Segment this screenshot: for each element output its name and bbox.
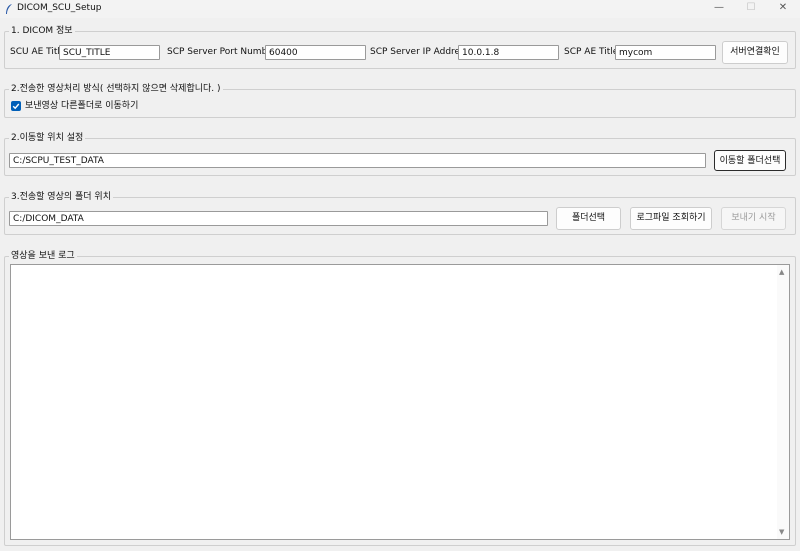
processing-method-legend: 2.전송한 영상처리 방식( 선택하지 않으면 삭제합니다. ) [9, 84, 223, 95]
maximize-button[interactable]: ☐ [734, 0, 768, 16]
select-move-folder-button[interactable]: 이동할 폴더선택 [714, 150, 786, 171]
scp-ae-title-label: SCP AE Title [564, 47, 619, 57]
log-scrollbar[interactable]: ▲ ▼ [777, 265, 789, 539]
scroll-up-arrow-icon[interactable]: ▲ [779, 268, 784, 276]
send-log-textarea[interactable]: ▲ ▼ [10, 264, 790, 540]
scu-ae-title-label: SCU AE Title [10, 47, 66, 57]
scroll-down-arrow-icon[interactable]: ▼ [779, 528, 784, 536]
move-path-field[interactable] [9, 153, 706, 168]
scu-ae-title-field[interactable] [59, 45, 160, 60]
scp-port-field[interactable] [265, 45, 366, 60]
window-title: DICOM_SCU_Setup [17, 3, 102, 13]
scp-ip-field[interactable] [458, 45, 559, 60]
scp-ae-title-field[interactable] [615, 45, 716, 60]
source-path-field[interactable] [9, 211, 548, 226]
send-log-legend: 영상을 보낸 로그 [9, 251, 77, 262]
move-location-legend: 2.이동할 위치 설정 [9, 133, 86, 144]
move-files-checkbox-label[interactable]: 보낸영상 다른폴더로 이동하기 [25, 101, 138, 112]
move-files-checkbox[interactable] [11, 101, 21, 111]
select-folder-button[interactable]: 폴더선택 [556, 207, 621, 230]
scp-port-label: SCP Server Port Number [167, 47, 277, 57]
minimize-button[interactable]: — [702, 0, 736, 16]
view-log-file-button[interactable]: 로그파일 조회하기 [630, 207, 712, 230]
scp-ip-label: SCP Server IP Address [370, 47, 470, 57]
feather-icon [6, 4, 12, 14]
close-button[interactable]: ✕ [766, 0, 800, 16]
title-bar: DICOM_SCU_Setup — ☐ ✕ [0, 0, 800, 18]
checkmark-icon [12, 103, 20, 110]
start-send-button[interactable]: 보내기 시작 [721, 207, 786, 230]
source-folder-legend: 3.전송할 영상의 폴더 위치 [9, 192, 113, 203]
server-connect-check-button[interactable]: 서버연결확인 [722, 41, 788, 64]
dicom-info-legend: 1. DICOM 정보 [9, 26, 75, 37]
